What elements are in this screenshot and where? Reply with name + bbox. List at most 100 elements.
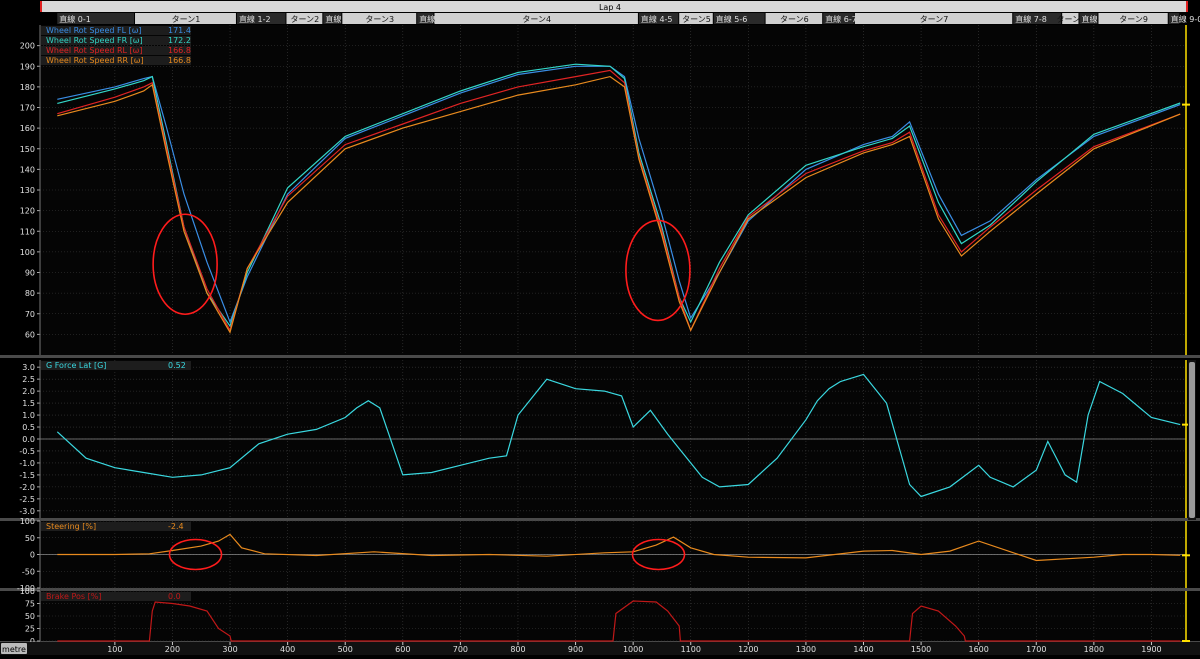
x-tick-label: 1800 — [1084, 645, 1104, 654]
y-tick-label: 170 — [20, 104, 35, 113]
x-tick-label: 700 — [453, 645, 468, 654]
legend-name: Wheel Rot Speed RR [ω] — [46, 56, 144, 65]
legend-name: Steering [%] — [46, 522, 96, 531]
x-tick-label: 1700 — [1026, 645, 1046, 654]
x-tick-label: 400 — [280, 645, 295, 654]
chart-panels: 60 70 80 90 100 110 120 130 140 150 160 170 180 190 20… — [0, 25, 1200, 646]
x-tick-label: 200 — [165, 645, 180, 654]
segment-label: ターン1 — [172, 15, 201, 24]
x-tick-label: 300 — [222, 645, 237, 654]
x-tick-label: 1600 — [969, 645, 989, 654]
segment-label: 直線 1-2 — [239, 14, 271, 24]
x-tick-label: 500 — [338, 645, 353, 654]
panel-2: -100-50050100Steering [%] -2.4 — [0, 517, 1200, 593]
segment-17[interactable]: ターン9 — [1098, 13, 1168, 24]
legend-name: Wheel Rot Speed FR [ω] — [46, 36, 143, 45]
legend-name: Wheel Rot Speed RL [ω] — [46, 46, 142, 55]
y-tick-label: 180 — [20, 83, 35, 92]
y-tick-label: 2.5 — [22, 375, 35, 384]
x-tick-label: 1400 — [853, 645, 873, 654]
x-unit-label: metre — [2, 645, 26, 654]
y-tick-label: 100 — [20, 517, 35, 526]
y-tick-label: -2.5 — [19, 495, 35, 504]
x-axis: metre 100 200 300 400 500 600 700 800 900 1000 110… — [0, 642, 1200, 655]
segment-5[interactable]: ターン3 — [342, 13, 417, 24]
x-tick-label: 600 — [395, 645, 410, 654]
y-tick-label: -3.0 — [19, 507, 35, 516]
y-tick-label: -0.5 — [19, 447, 35, 456]
segment-label: ターン6 — [780, 15, 809, 24]
telemetry-chart: Lap 4 直線 0-1ターン1直線 1-2ターン2直線 2-3ターン3直線 3… — [0, 0, 1200, 655]
segment-13[interactable]: ターン7 — [854, 13, 1013, 24]
segment-label: ターン9 — [1119, 15, 1148, 24]
segment-label: 直線 9-0 — [1171, 14, 1200, 24]
y-tick-label: 0.5 — [22, 423, 35, 432]
legend-value: -2.4 — [168, 522, 184, 531]
legend-value: 0.52 — [168, 361, 186, 370]
y-tick-label: 140 — [20, 165, 35, 174]
panel-separator — [0, 518, 1200, 521]
y-tick-label: 1.0 — [22, 411, 35, 420]
legend-value: 166.8 — [168, 46, 191, 55]
segment-2[interactable]: 直線 1-2 — [236, 13, 286, 24]
telemetry-viewer: Lap 4 直線 0-1ターン1直線 1-2ターン2直線 2-3ターン3直線 3… — [0, 0, 1200, 655]
legend-value: 0.0 — [168, 592, 181, 601]
lap-label: Lap 4 — [599, 3, 621, 12]
y-tick-label: -50 — [22, 567, 35, 576]
y-tick-label: 50 — [25, 534, 35, 543]
y-tick-label: 150 — [20, 145, 35, 154]
x-tick-label: 1900 — [1141, 645, 1161, 654]
panel-separator — [0, 355, 1200, 358]
x-tick-label: 1500 — [911, 645, 931, 654]
segment-18[interactable]: 直線 9-0 — [1168, 13, 1200, 24]
x-tick-label: 1200 — [738, 645, 758, 654]
segment-label: 直線 0-1 — [59, 14, 91, 24]
segment-8[interactable]: 直線 4-5 — [638, 13, 679, 24]
segment-3[interactable]: ターン2 — [286, 13, 323, 24]
legend: Steering [%] -2.4 — [41, 522, 191, 531]
segment-12[interactable]: 直線 6-7 — [823, 13, 857, 24]
legend: Wheel Rot Speed FL [ω] 171.4 Wheel Rot Spe… — [41, 26, 191, 65]
y-tick-label: 3.0 — [22, 363, 35, 372]
y-tick-label: 110 — [20, 227, 35, 236]
segment-strip: 直線 0-1ターン1直線 1-2ターン2直線 2-3ターン3直線 3-4ターン4… — [57, 13, 1200, 24]
y-tick-label: 50 — [25, 612, 35, 621]
legend-name: Wheel Rot Speed FL [ω] — [46, 26, 142, 35]
panel-3: 0255075100Brake Pos [%] 0.0 — [0, 587, 1200, 646]
y-tick-label: 0.0 — [22, 435, 35, 444]
segment-11[interactable]: ターン6 — [765, 13, 823, 24]
y-tick-label: -1.0 — [19, 459, 35, 468]
segment-7[interactable]: ターン4 — [434, 13, 638, 24]
y-tick-label: 90 — [25, 269, 35, 278]
y-tick-label: 100 — [20, 248, 35, 257]
y-tick-label: 190 — [20, 62, 35, 71]
x-tick-label: 100 — [107, 645, 122, 654]
y-tick-label: 80 — [25, 289, 35, 298]
segment-1[interactable]: ターン1 — [135, 13, 236, 24]
y-tick-label: 100 — [20, 587, 35, 596]
segment-label: 直線 4-5 — [641, 14, 673, 24]
segment-label: ターン4 — [522, 15, 551, 24]
y-tick-label: 120 — [20, 207, 35, 216]
vertical-scrollbar[interactable] — [1188, 360, 1196, 520]
panel-0: 60 70 80 90 100 110 120 130 140 150 160 170 180 190 20… — [0, 25, 1200, 358]
y-tick-label: 60 — [25, 330, 35, 339]
y-tick-label: 160 — [20, 124, 35, 133]
y-tick-label: -1.5 — [19, 471, 35, 480]
x-tick-label: 800 — [510, 645, 525, 654]
x-tick-label: 1000 — [623, 645, 643, 654]
lap-header[interactable]: Lap 4 — [40, 1, 1188, 12]
y-tick-label: 200 — [20, 42, 35, 51]
segment-label: ターン2 — [291, 15, 320, 24]
y-tick-label: -2.0 — [19, 483, 35, 492]
segment-label: ターン3 — [365, 15, 394, 24]
legend-value: 166.8 — [168, 56, 191, 65]
segment-14[interactable]: 直線 7-8 — [1013, 13, 1062, 24]
segment-label: ターン5 — [682, 15, 711, 24]
panel-1: -3.0 -2.5 -2.0 -1.5 -1.0 -0.5 0.0 0.5 1.0 1.5 2.0 2… — [0, 360, 1200, 521]
x-tick-label: 900 — [568, 645, 583, 654]
segment-10[interactable]: 直線 5-6 — [713, 13, 765, 24]
segment-9[interactable]: ターン5 — [679, 13, 713, 24]
segment-0[interactable]: 直線 0-1 — [57, 13, 135, 24]
segment-label: ターン7 — [920, 15, 949, 24]
